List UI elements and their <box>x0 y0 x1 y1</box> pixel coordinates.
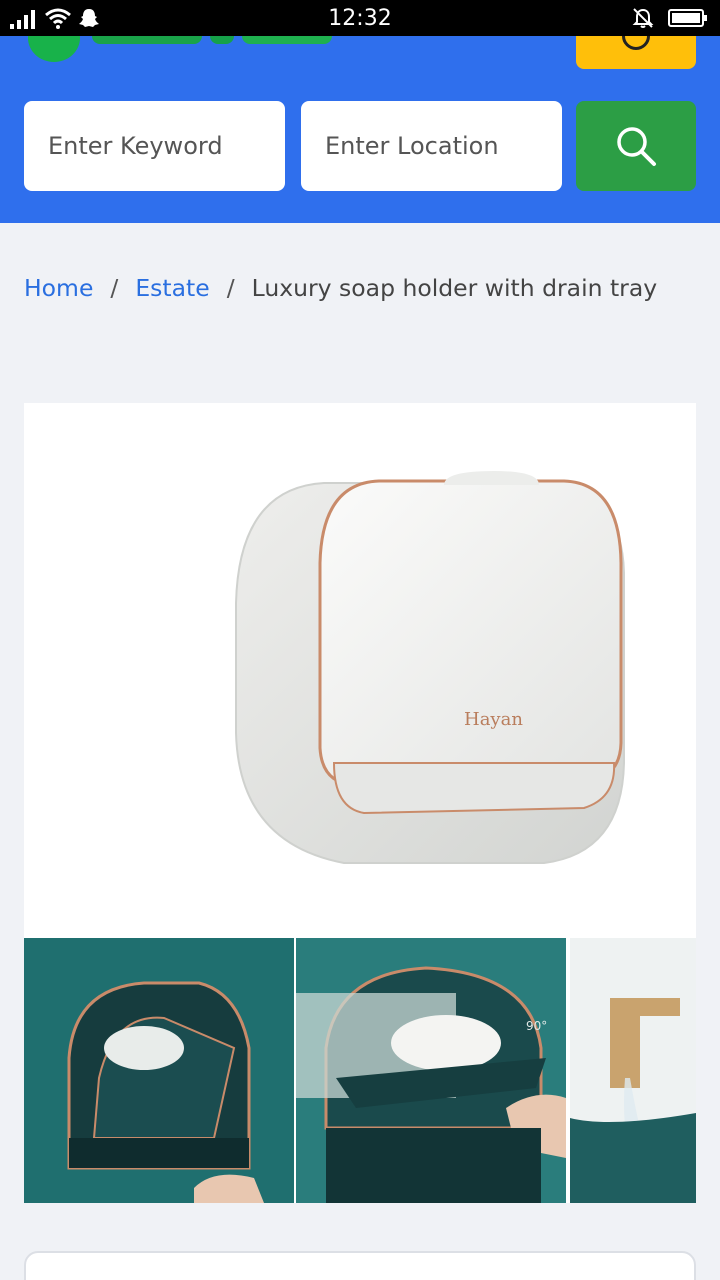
breadcrumb-current: Luxury soap holder with drain tray <box>251 274 658 302</box>
status-right-icons <box>632 7 708 29</box>
product-thumbnail[interactable]: 90° <box>296 938 566 1203</box>
bell-muted-icon <box>632 8 654 28</box>
angle-label: 90° <box>526 1019 547 1033</box>
breadcrumb: Home / Estate / Luxury soap holder with … <box>24 274 657 302</box>
site-header <box>0 36 720 223</box>
breadcrumb-estate[interactable]: Estate <box>135 274 209 302</box>
menu-button[interactable] <box>576 36 696 69</box>
menu-icon <box>622 36 650 50</box>
product-thumbnail[interactable] <box>570 938 696 1203</box>
logo-icon[interactable] <box>28 36 80 62</box>
logo-wordmark[interactable] <box>92 36 342 46</box>
product-main-image[interactable]: Hayan <box>24 403 696 938</box>
search-icon <box>617 127 656 166</box>
search-button[interactable] <box>576 101 696 191</box>
status-time: 12:32 <box>328 6 392 31</box>
breadcrumb-separator: / <box>110 274 119 302</box>
product-thumbnail[interactable] <box>24 938 294 1203</box>
location-input[interactable] <box>301 101 562 191</box>
product-thumbnail-strip: 90° <box>24 938 696 1203</box>
brand-mark: Hayan <box>464 709 523 730</box>
status-bar: 12:32 <box>0 0 720 36</box>
battery-icon <box>668 9 707 27</box>
product-gallery: Hayan 90° <box>24 403 696 1203</box>
keyword-input[interactable] <box>24 101 285 191</box>
breadcrumb-home[interactable]: Home <box>24 274 93 302</box>
breadcrumb-separator: / <box>226 274 235 302</box>
product-details-card <box>24 1251 696 1280</box>
